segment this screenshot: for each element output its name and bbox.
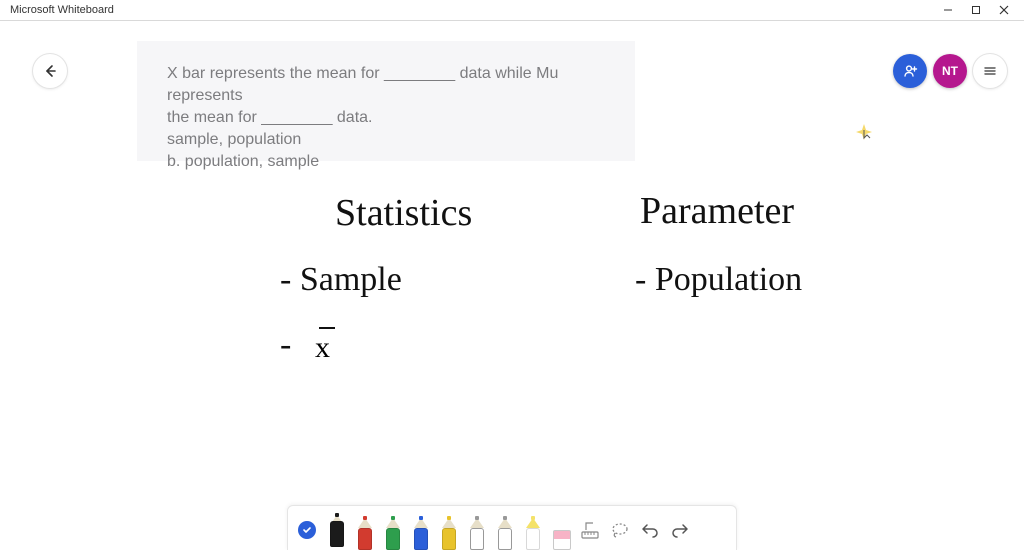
avatar-initials: NT	[942, 64, 958, 78]
window-title: Microsoft Whiteboard	[10, 4, 114, 16]
ruler-icon	[580, 520, 600, 540]
pen-black[interactable]	[326, 511, 348, 547]
undo-icon	[641, 521, 659, 539]
back-button[interactable]	[33, 54, 67, 88]
eraser-tool[interactable]	[550, 520, 572, 550]
window-maximize-button[interactable]	[962, 0, 990, 21]
check-icon	[302, 525, 312, 535]
ruler-tool[interactable]	[578, 515, 602, 545]
lasso-tool[interactable]	[608, 515, 632, 545]
text-note-line: X bar represents the mean for ________ d…	[167, 63, 605, 107]
text-note-line: sample, population	[167, 129, 605, 151]
settings-menu-button[interactable]	[973, 54, 1007, 88]
ink-text: Parameter	[640, 189, 794, 233]
pen-blue[interactable]	[410, 514, 432, 550]
hamburger-icon	[982, 63, 998, 79]
highlighter-yellow[interactable]	[522, 514, 544, 550]
maximize-icon	[971, 5, 981, 15]
pen-outline-2[interactable]	[494, 514, 516, 550]
cursor-indicator	[856, 124, 870, 138]
pen-yellow[interactable]	[438, 514, 460, 550]
active-tool-check[interactable]	[298, 521, 316, 539]
user-avatar[interactable]: NT	[933, 54, 967, 88]
ink-text: -	[280, 326, 291, 364]
pen-toolbar	[287, 505, 737, 550]
pen-red[interactable]	[354, 514, 376, 550]
invite-button[interactable]	[893, 54, 927, 88]
text-note[interactable]: X bar represents the mean for ________ d…	[137, 41, 635, 161]
person-add-icon	[902, 63, 918, 79]
minimize-icon	[943, 5, 953, 15]
window-titlebar: Microsoft Whiteboard	[0, 0, 1024, 21]
pen-green[interactable]	[382, 514, 404, 550]
ink-xbar-symbol: x	[315, 331, 330, 365]
lasso-icon	[610, 520, 630, 540]
undo-button[interactable]	[638, 515, 662, 545]
ink-text: - Sample	[280, 261, 402, 299]
window-close-button[interactable]	[990, 0, 1018, 21]
pen-outline-1[interactable]	[466, 514, 488, 550]
text-note-line: the mean for ________ data.	[167, 107, 605, 129]
redo-button[interactable]	[668, 515, 692, 545]
close-icon	[999, 5, 1009, 15]
whiteboard-canvas[interactable]: NT X bar represents the mean for _______…	[0, 21, 1024, 505]
window-minimize-button[interactable]	[934, 0, 962, 21]
ink-text: - Population	[635, 261, 802, 299]
text-note-line: b. population, sample	[167, 151, 605, 173]
ink-text: Statistics	[335, 191, 472, 235]
redo-icon	[671, 521, 689, 539]
back-arrow-icon	[42, 63, 58, 79]
